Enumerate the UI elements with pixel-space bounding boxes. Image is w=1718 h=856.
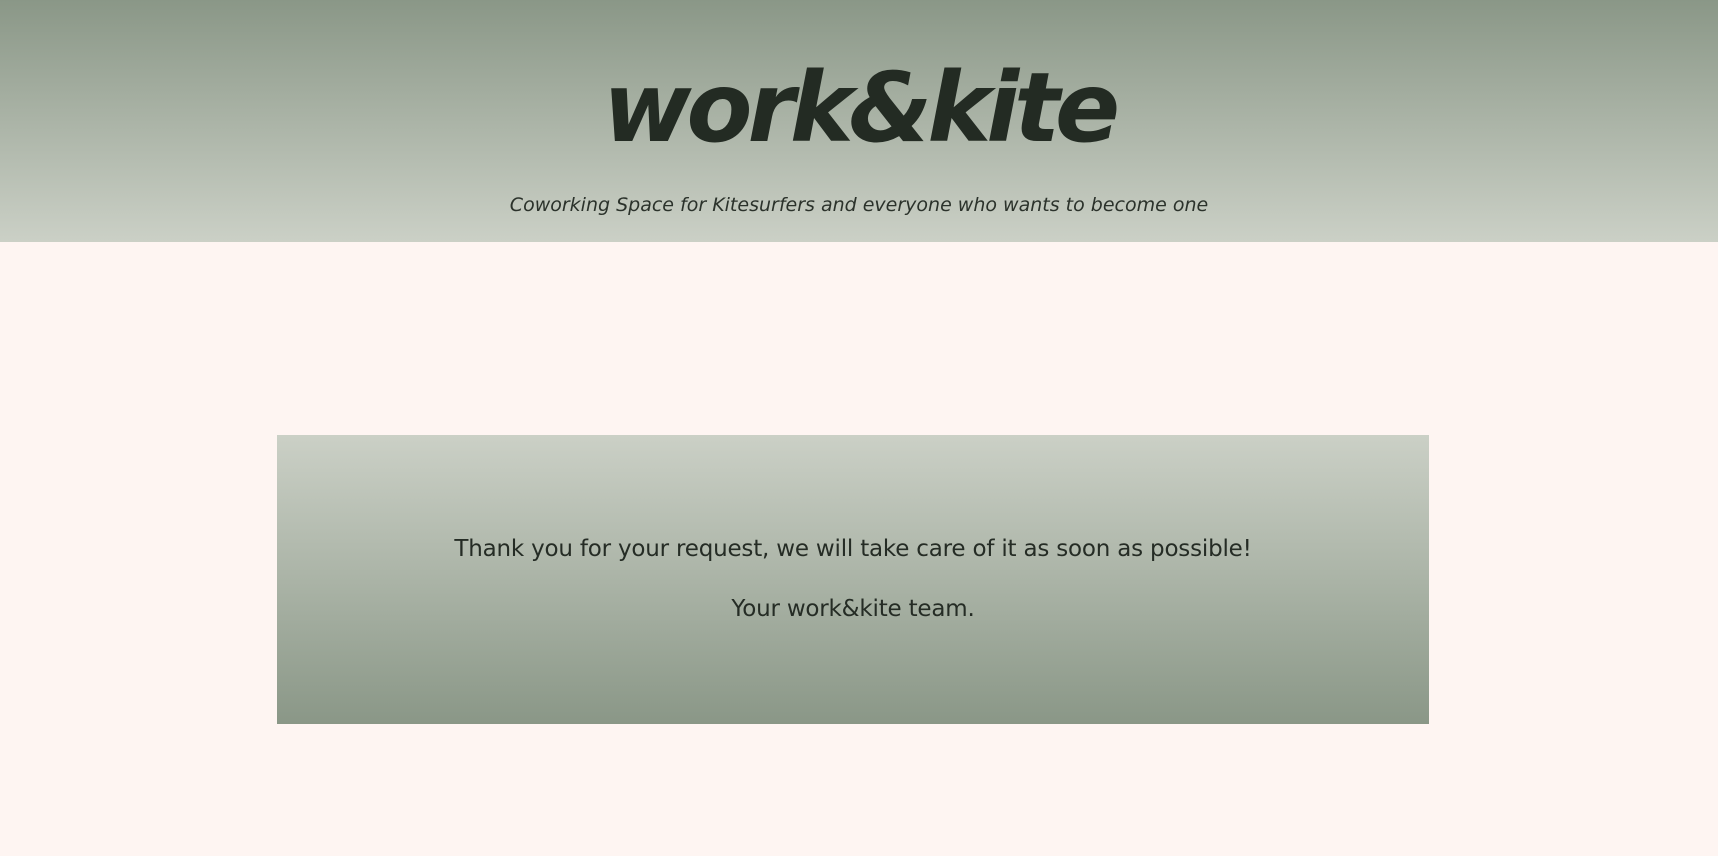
site-logo[interactable]: work&kite	[0, 60, 1718, 156]
site-tagline: Coworking Space for Kitesurfers and ever…	[509, 194, 1209, 216]
thank-you-message: Thank you for your request, we will take…	[454, 536, 1252, 562]
team-signature: Your work&kite team.	[731, 596, 975, 622]
confirmation-card: Thank you for your request, we will take…	[277, 435, 1429, 724]
site-header: work&kite Coworking Space for Kitesurfer…	[0, 0, 1718, 242]
